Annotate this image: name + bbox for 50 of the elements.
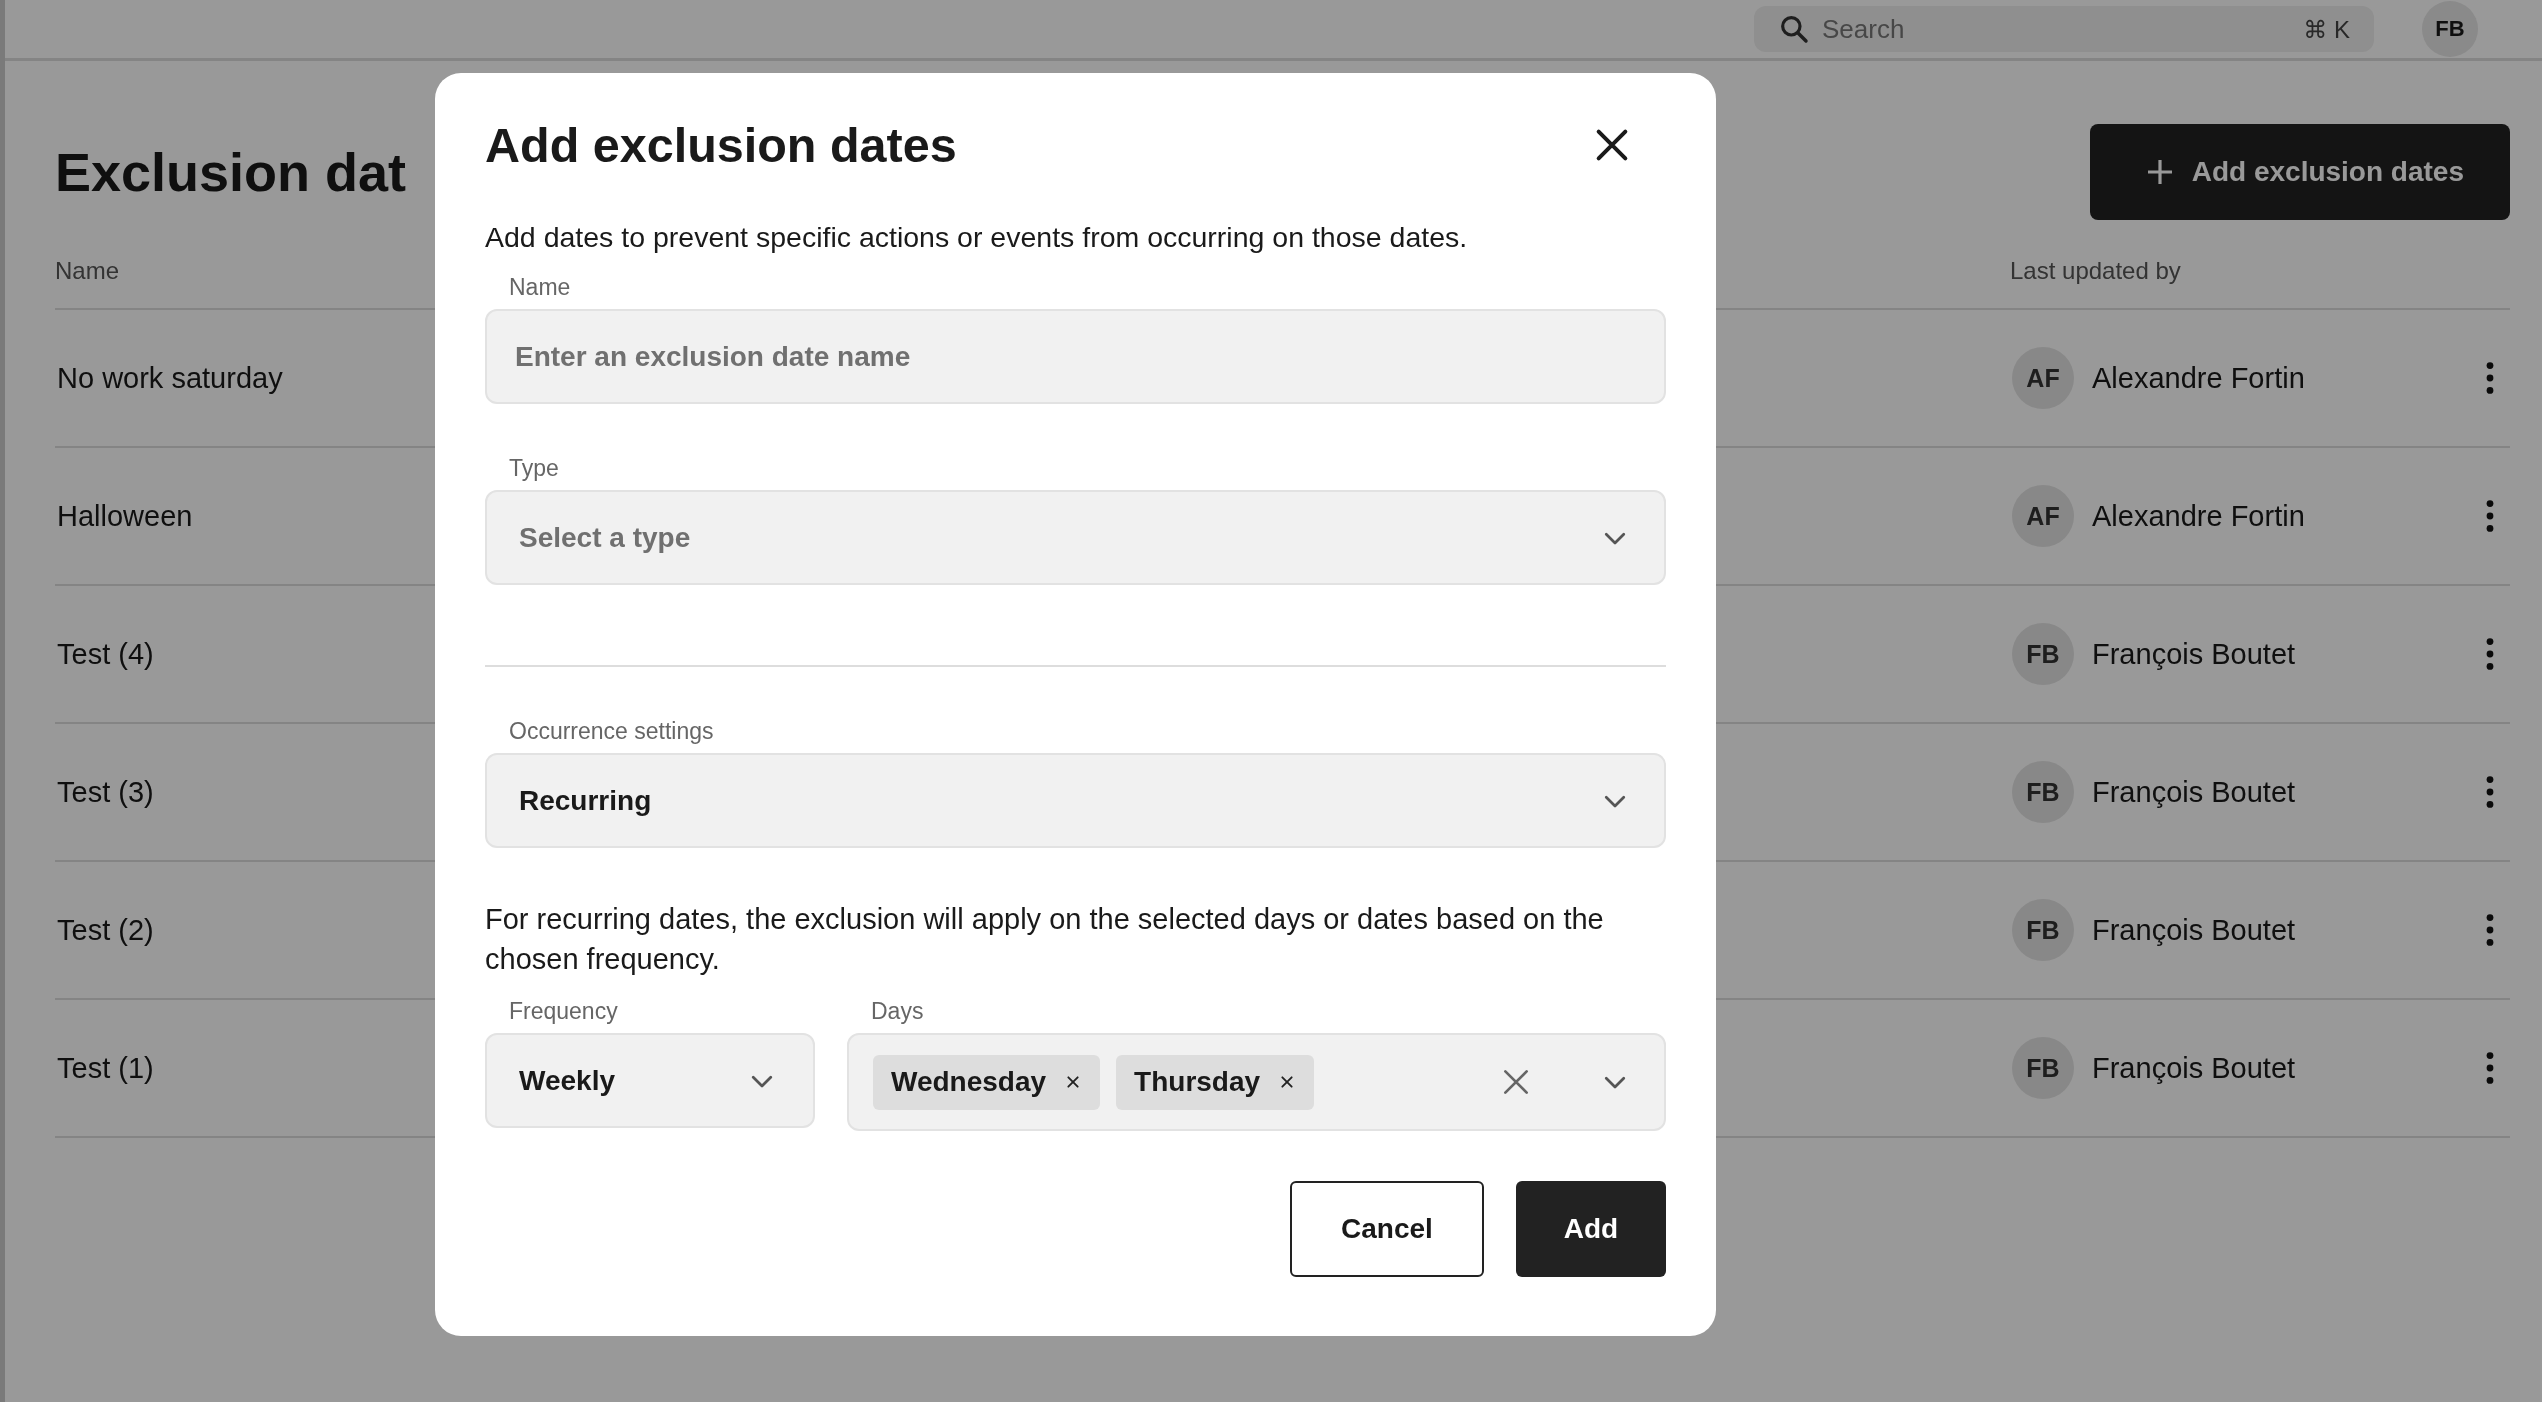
field-label: Type (509, 455, 559, 482)
user-name: François Boutet (2092, 913, 2296, 947)
user-avatar: FB (2012, 899, 2074, 961)
close-icon (1066, 1075, 1081, 1089)
column-header: Last updated by (2010, 257, 2181, 285)
table-cell-text: Test (3) (56, 775, 154, 809)
user-name: François Boutet (2092, 775, 2296, 809)
dialog-title: Add exclusion dates (485, 117, 957, 173)
user-name: Alexandre Fortin (2092, 499, 2305, 533)
days-select[interactable]: Wednesday Thursday (847, 1033, 1666, 1131)
vertical-dots-icon (2485, 1051, 2495, 1085)
user-name: François Boutet (2092, 637, 2296, 671)
add-exclusion-dates-button[interactable]: Add exclusion dates (2089, 124, 2510, 220)
field-label: Days (871, 998, 924, 1025)
user-avatar: FB (2012, 761, 2074, 823)
close-icon (1280, 1075, 1295, 1089)
search-icon (1778, 13, 1810, 45)
table-cell-text: No work saturday (56, 361, 283, 395)
recurring-note: For recurring dates, the exclusion will apply on the selected days or dates based on the chosen frequency. (485, 902, 1605, 977)
vertical-dots-icon (2485, 637, 2495, 671)
field-label: Occurrence settings (509, 718, 714, 745)
day-tag[interactable]: Thursday (1116, 1054, 1315, 1110)
vertical-dots-icon (2485, 775, 2495, 809)
table-cell-text: Test (4) (56, 637, 154, 671)
occurrence-select[interactable]: Recurring (485, 753, 1666, 848)
dialog-description: Add dates to prevent specific actions or events from occurring on those dates. (485, 220, 1469, 255)
user-name: Alexandre Fortin (2092, 361, 2305, 395)
table-cell-text: Test (2) (56, 913, 154, 947)
shortcut-hint: ⌘ K (2303, 16, 2350, 44)
user-name: François Boutet (2092, 1051, 2296, 1085)
cancel-button[interactable]: Cancel (1290, 1181, 1484, 1277)
column-header: Name (55, 257, 120, 285)
type-select[interactable]: Select a type (485, 490, 1666, 585)
table-cell-text: Halloween (56, 499, 193, 533)
user-avatar[interactable]: FB (2422, 1, 2478, 57)
page-title: Exclusion dat (55, 141, 407, 203)
vertical-dots-icon (2485, 499, 2495, 533)
field-label: Frequency (509, 998, 618, 1025)
frequency-select[interactable]: Weekly (485, 1033, 815, 1128)
user-avatar: AF (2012, 347, 2074, 409)
name-input[interactable]: Enter an exclusion date name (485, 309, 1666, 404)
user-avatar: AF (2012, 485, 2074, 547)
vertical-dots-icon (2485, 913, 2495, 947)
table-cell-text: Test (1) (56, 1051, 154, 1085)
add-button[interactable]: Add (1516, 1181, 1666, 1277)
vertical-dots-icon (2485, 361, 2495, 395)
user-avatar: FB (2012, 623, 2074, 685)
user-avatar: FB (2012, 1037, 2074, 1099)
day-tag[interactable]: Wednesday (873, 1054, 1101, 1110)
field-label: Name (509, 274, 571, 301)
